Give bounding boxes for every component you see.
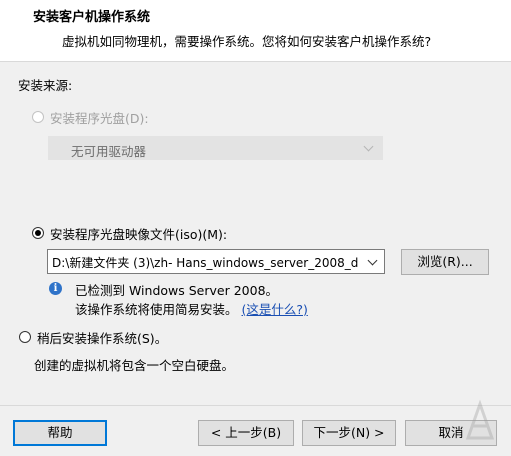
iso-option-label[interactable]: 安装程序光盘映像文件(iso)(M): <box>50 224 227 243</box>
next-button[interactable]: 下一步(N) > <box>302 420 396 446</box>
install-later-label[interactable]: 稍后安装操作系统(S)。 <box>37 328 167 347</box>
disc-drive-select[interactable]: 无可用驱动器 <box>48 136 383 160</box>
easy-install-label: 该操作系统将使用简易安装。 <box>75 302 238 317</box>
chevron-down-icon <box>363 141 374 152</box>
footer-divider <box>0 405 511 406</box>
page-title: 安装客户机操作系统 <box>33 10 151 25</box>
detected-os-text: 已检测到 Windows Server 2008。 <box>75 283 279 298</box>
install-later-description: 创建的虚拟机将包含一个空白硬盘。 <box>34 358 235 373</box>
chevron-down-icon[interactable] <box>367 255 378 266</box>
disc-option-radio[interactable] <box>32 111 44 123</box>
whats-this-link[interactable]: (这是什么?) <box>242 302 308 317</box>
info-icon: i <box>49 282 62 295</box>
iso-option-radio[interactable] <box>32 227 44 239</box>
watermark-logo-icon <box>465 399 495 440</box>
install-source-label: 安装来源: <box>18 78 73 93</box>
page-subtitle: 虚拟机如同物理机，需要操作系统。您将如何安装客户机操作系统? <box>62 34 432 49</box>
new-vm-wizard-dialog: 安装客户机操作系统 虚拟机如同物理机，需要操作系统。您将如何安装客户机操作系统?… <box>0 0 511 456</box>
disc-option-label[interactable]: 安装程序光盘(D): <box>50 108 149 127</box>
help-button[interactable]: 帮助 <box>13 420 107 446</box>
back-button[interactable]: < 上一步(B) <box>198 420 294 446</box>
install-later-radio[interactable] <box>19 331 31 343</box>
easy-install-text: 该操作系统将使用简易安装。 (这是什么?) <box>75 299 308 318</box>
disc-drive-select-value: 无可用驱动器 <box>71 144 147 159</box>
iso-path-combobox[interactable]: D:\新建文件夹 (3)\zh- Hans_windows_server_200… <box>47 249 385 274</box>
iso-path-value: D:\新建文件夹 (3)\zh- Hans_windows_server_200… <box>52 256 359 270</box>
wizard-header: 安装客户机操作系统 虚拟机如同物理机，需要操作系统。您将如何安装客户机操作系统? <box>0 0 511 62</box>
browse-button[interactable]: 浏览(R)... <box>401 249 489 275</box>
